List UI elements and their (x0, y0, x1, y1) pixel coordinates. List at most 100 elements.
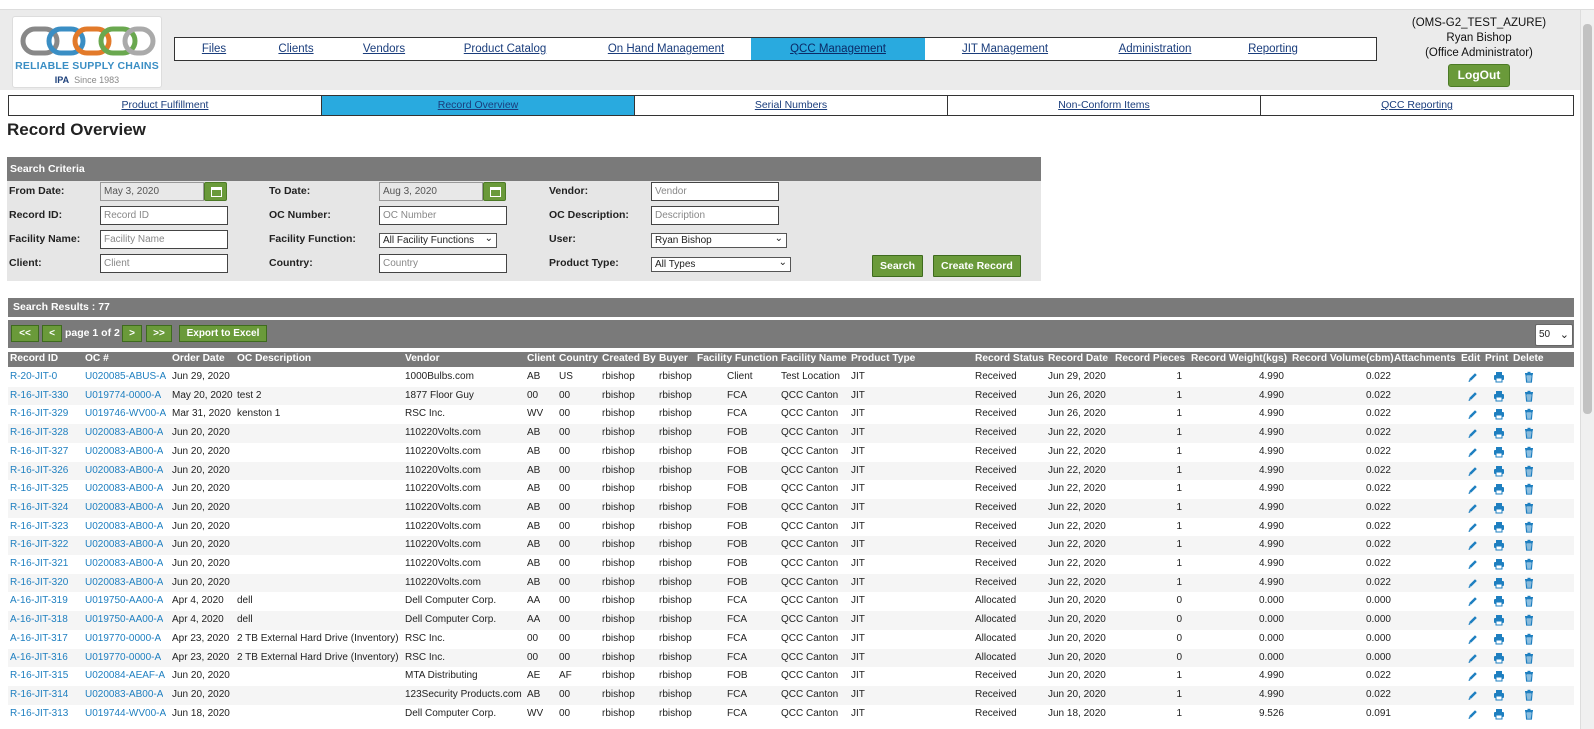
pencil-icon[interactable] (1467, 689, 1479, 701)
calendar-icon[interactable] (483, 182, 506, 201)
trash-icon[interactable] (1523, 408, 1535, 420)
nav-item-vendors[interactable]: Vendors (339, 38, 429, 60)
trash-icon[interactable] (1523, 670, 1535, 682)
printer-icon[interactable] (1493, 446, 1505, 458)
vertical-scrollbar[interactable] (1580, 10, 1594, 729)
pencil-icon[interactable] (1467, 652, 1479, 664)
record-id-link[interactable]: R-16-JIT-324 (10, 502, 68, 513)
trash-icon[interactable] (1523, 558, 1535, 570)
oc-number-link[interactable]: U020083-AB00-A (85, 502, 163, 513)
oc-number-link[interactable]: U019744-WV00-A (85, 708, 166, 719)
record-id-link[interactable]: R-16-JIT-329 (10, 408, 68, 419)
printer-icon[interactable] (1493, 595, 1505, 607)
trash-icon[interactable] (1523, 446, 1535, 458)
pencil-icon[interactable] (1467, 633, 1479, 645)
first-page-button[interactable]: << (11, 325, 39, 342)
printer-icon[interactable] (1493, 371, 1505, 383)
nav-item-administration[interactable]: Administration (1085, 38, 1225, 60)
record-id-link[interactable]: R-16-JIT-322 (10, 539, 68, 550)
tab-serial-numbers[interactable]: Serial Numbers (635, 96, 948, 115)
product-type-select[interactable]: All Types ⌄ (651, 257, 791, 272)
trash-icon[interactable] (1523, 371, 1535, 383)
printer-icon[interactable] (1493, 408, 1505, 420)
printer-icon[interactable] (1493, 689, 1505, 701)
pencil-icon[interactable] (1467, 558, 1479, 570)
tab-non-conform-items[interactable]: Non-Conform Items (948, 96, 1261, 115)
pencil-icon[interactable] (1467, 427, 1479, 439)
trash-icon[interactable] (1523, 652, 1535, 664)
nav-item-product-catalog[interactable]: Product Catalog (429, 38, 581, 60)
oc-number-link[interactable]: U020085-ABUS-A (85, 371, 166, 382)
printer-icon[interactable] (1493, 502, 1505, 514)
record-id-link[interactable]: A-16-JIT-318 (10, 614, 68, 625)
user-select[interactable]: Ryan Bishop ⌄ (651, 233, 787, 248)
calendar-icon[interactable] (204, 182, 227, 201)
oc-number-link[interactable]: U020083-AB00-A (85, 577, 163, 588)
trash-icon[interactable] (1523, 595, 1535, 607)
trash-icon[interactable] (1523, 483, 1535, 495)
printer-icon[interactable] (1493, 539, 1505, 551)
scrollbar-thumb[interactable] (1583, 24, 1592, 414)
pencil-icon[interactable] (1467, 371, 1479, 383)
pencil-icon[interactable] (1467, 539, 1479, 551)
pencil-icon[interactable] (1467, 446, 1479, 458)
printer-icon[interactable] (1493, 614, 1505, 626)
oc-number-link[interactable]: U020083-AB00-A (85, 427, 163, 438)
tab-record-overview[interactable]: Record Overview (322, 96, 635, 115)
record-id-link[interactable]: R-16-JIT-325 (10, 483, 68, 494)
record-id-link[interactable]: R-16-JIT-330 (10, 390, 68, 401)
facility-name-input[interactable]: Facility Name (100, 230, 228, 249)
record-id-link[interactable]: R-16-JIT-326 (10, 465, 68, 476)
oc-number-link[interactable]: U019750-AA00-A (85, 614, 163, 625)
trash-icon[interactable] (1523, 521, 1535, 533)
record-id-link[interactable]: R-16-JIT-314 (10, 689, 68, 700)
tab-product-fulfillment[interactable]: Product Fulfillment (9, 96, 322, 115)
record-id-link[interactable]: R-16-JIT-320 (10, 577, 68, 588)
trash-icon[interactable] (1523, 614, 1535, 626)
pencil-icon[interactable] (1467, 708, 1479, 720)
pencil-icon[interactable] (1467, 502, 1479, 514)
tab-qcc-reporting[interactable]: QCC Reporting (1261, 96, 1573, 115)
pencil-icon[interactable] (1467, 595, 1479, 607)
printer-icon[interactable] (1493, 427, 1505, 439)
trash-icon[interactable] (1523, 633, 1535, 645)
last-page-button[interactable]: >> (146, 325, 172, 342)
nav-item-jit-management[interactable]: JIT Management (925, 38, 1085, 60)
oc-number-input[interactable]: OC Number (379, 206, 507, 225)
record-id-link[interactable]: R-16-JIT-323 (10, 521, 68, 532)
printer-icon[interactable] (1493, 577, 1505, 589)
printer-icon[interactable] (1493, 558, 1505, 570)
nav-item-qcc-management[interactable]: QCC Management (751, 38, 925, 60)
oc-number-link[interactable]: U020083-AB00-A (85, 539, 163, 550)
search-button[interactable]: Search (872, 255, 924, 277)
record-id-link[interactable]: R-16-JIT-327 (10, 446, 68, 457)
vendor-input[interactable]: Vendor (651, 182, 779, 201)
to-date-field[interactable]: Aug 3, 2020 (379, 182, 483, 201)
pencil-icon[interactable] (1467, 577, 1479, 589)
oc-number-link[interactable]: U020083-AB00-A (85, 689, 163, 700)
country-input[interactable]: Country (379, 254, 507, 273)
printer-icon[interactable] (1493, 652, 1505, 664)
record-id-link[interactable]: A-16-JIT-316 (10, 652, 68, 663)
nav-item-clients[interactable]: Clients (253, 38, 339, 60)
pencil-icon[interactable] (1467, 670, 1479, 682)
record-id-link[interactable]: R-16-JIT-321 (10, 558, 68, 569)
from-date-field[interactable]: May 3, 2020 (100, 182, 204, 201)
pencil-icon[interactable] (1467, 408, 1479, 420)
client-input[interactable]: Client (100, 254, 228, 273)
pencil-icon[interactable] (1467, 521, 1479, 533)
nav-item-on-hand-management[interactable]: On Hand Management (581, 38, 751, 60)
oc-number-link[interactable]: U019774-0000-A (85, 390, 161, 401)
oc-number-link[interactable]: U020083-AB00-A (85, 446, 163, 457)
facility-function-select[interactable]: All Facility Functions ⌄ (379, 233, 497, 248)
per-page-select[interactable]: 50 ⌄ (1535, 324, 1573, 346)
trash-icon[interactable] (1523, 502, 1535, 514)
logo[interactable]: RELIABLE SUPPLY CHAINS IPA Since 1983 (12, 16, 162, 88)
oc-number-link[interactable]: U020083-AB00-A (85, 465, 163, 476)
nav-item-reporting[interactable]: Reporting (1225, 38, 1321, 60)
logout-button[interactable]: LogOut (1447, 64, 1511, 87)
printer-icon[interactable] (1493, 670, 1505, 682)
record-id-link[interactable]: R-16-JIT-315 (10, 670, 68, 681)
oc-number-link[interactable]: U019770-0000-A (85, 652, 161, 663)
printer-icon[interactable] (1493, 633, 1505, 645)
